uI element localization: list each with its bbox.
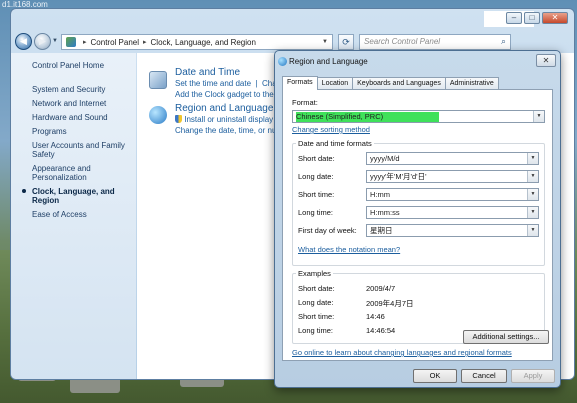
long-date-select[interactable]: yyyy'年'M'月'd'日' ▼ <box>366 170 539 183</box>
sidebar-item-user-accounts[interactable]: User Accounts and Family Safety <box>32 141 134 159</box>
example-long-date-value: 2009年4月7日 <box>366 299 414 308</box>
breadcrumb-control-panel[interactable]: Control Panel <box>91 38 139 47</box>
dialog-title: Region and Language <box>289 57 368 66</box>
shield-icon <box>175 115 182 123</box>
long-date-value: yyyy'年'M'月'd'日' <box>370 172 427 181</box>
back-button[interactable]: ◀ <box>15 33 32 50</box>
chevron-down-icon[interactable]: ▼ <box>527 153 538 164</box>
globe-icon <box>278 57 287 66</box>
date-time-formats-group: Date and time formats Short date: yyyy/M… <box>292 139 545 266</box>
globe-icon <box>149 106 167 124</box>
ok-button[interactable]: OK <box>413 369 457 383</box>
address-bar-row: ◀ ▶ ▼ ▸ Control Panel ▸ Clock, Language,… <box>15 33 567 51</box>
chevron-down-icon[interactable]: ▼ <box>533 111 544 122</box>
refresh-button[interactable]: ⟳ <box>338 34 354 50</box>
minimize-button[interactable]: – <box>506 12 522 24</box>
window-buttons: – □ ✕ <box>506 12 568 24</box>
sidebar-item-clock-language-region[interactable]: Clock, Language, and Region <box>22 187 134 205</box>
chevron-down-icon[interactable]: ▼ <box>527 189 538 200</box>
example-long-time-value: 14:46:54 <box>366 326 396 335</box>
search-input[interactable]: Search Control Panel ⌕ <box>359 34 511 50</box>
example-long-date-label: Long date: <box>298 298 334 307</box>
chevron-down-icon[interactable]: ▼ <box>527 171 538 182</box>
example-short-time-value: 14:46 <box>366 312 385 321</box>
forward-button[interactable]: ▶ <box>34 33 51 50</box>
search-placeholder: Search Control Panel <box>364 37 441 46</box>
example-short-date-label: Short date: <box>298 284 335 293</box>
sidebar-item-system-security[interactable]: System and Security <box>32 85 134 94</box>
examples-title: Examples <box>296 269 333 278</box>
example-long-time-label: Long time: <box>298 326 334 335</box>
chevron-down-icon[interactable]: ▼ <box>527 207 538 218</box>
cancel-button[interactable]: Cancel <box>461 369 507 383</box>
format-select-value: Chinese (Simplified, PRC) <box>296 112 384 121</box>
search-icon[interactable]: ⌕ <box>501 36 506 47</box>
long-time-label: Long time: <box>298 208 334 217</box>
online-help-link[interactable]: Go online to learn about changing langua… <box>292 348 512 357</box>
chevron-right-icon[interactable]: ▸ <box>143 38 147 46</box>
apply-button[interactable]: Apply <box>511 369 555 383</box>
short-date-select[interactable]: yyyy/M/d ▼ <box>366 152 539 165</box>
sidebar-list: System and Security Network and Internet… <box>22 85 134 224</box>
sidebar-item-appearance[interactable]: Appearance and Personalization <box>32 164 134 182</box>
dialog-close-button[interactable]: ✕ <box>536 54 556 67</box>
example-short-time-label: Short time: <box>298 312 335 321</box>
sidebar-item-hardware-sound[interactable]: Hardware and Sound <box>32 113 134 122</box>
change-sorting-link[interactable]: Change sorting method <box>292 125 370 134</box>
chevron-right-icon[interactable]: ▸ <box>83 38 87 46</box>
first-day-label: First day of week: <box>298 226 357 235</box>
notation-link[interactable]: What does the notation mean? <box>298 245 400 254</box>
additional-settings-button[interactable]: Additional settings... <box>463 330 549 344</box>
formats-panel: Format: Chinese (Simplified, PRC) ▼ Chan… <box>282 89 553 361</box>
history-dropdown-icon[interactable]: ▼ <box>52 38 58 44</box>
short-time-select[interactable]: H:mm ▼ <box>366 188 539 201</box>
long-time-value: H:mm:ss <box>370 208 400 217</box>
long-date-label: Long date: <box>298 172 334 181</box>
format-label: Format: <box>292 98 318 107</box>
first-day-value: 星期日 <box>370 226 393 235</box>
control-panel-icon <box>66 37 76 47</box>
close-button[interactable]: ✕ <box>542 12 568 24</box>
breadcrumb-clock-language-region[interactable]: Clock, Language, and Region <box>151 38 256 47</box>
example-short-date-value: 2009/4/7 <box>366 284 396 293</box>
first-day-select[interactable]: 星期日 ▼ <box>366 224 539 237</box>
chevron-down-icon[interactable]: ▼ <box>527 225 538 236</box>
address-box[interactable]: ▸ Control Panel ▸ Clock, Language, and R… <box>61 34 333 50</box>
chevron-down-icon[interactable]: ▼ <box>322 39 328 45</box>
clock-icon <box>149 71 167 89</box>
tab-strip: Formats Location Keyboards and Languages… <box>282 76 499 90</box>
region-language-dialog: Region and Language ✕ Formats Location K… <box>274 50 561 388</box>
sidebar-item-programs[interactable]: Programs <box>32 127 134 136</box>
short-date-value: yyyy/M/d <box>370 154 400 163</box>
tab-formats[interactable]: Formats <box>282 76 318 90</box>
short-time-label: Short time: <box>298 190 335 199</box>
group-title: Date and time formats <box>296 139 374 148</box>
sidebar-item-ease-of-access[interactable]: Ease of Access <box>32 210 134 219</box>
sidebar: Control Panel Home System and Security N… <box>11 53 136 379</box>
maximize-button[interactable]: □ <box>524 12 540 24</box>
short-date-label: Short date: <box>298 154 335 163</box>
long-time-select[interactable]: H:mm:ss ▼ <box>366 206 539 219</box>
format-select[interactable]: Chinese (Simplified, PRC) ▼ <box>292 110 545 123</box>
sidebar-item-network-internet[interactable]: Network and Internet <box>32 99 134 108</box>
sidebar-home-link[interactable]: Control Panel Home <box>32 61 104 70</box>
short-time-value: H:mm <box>370 190 390 199</box>
